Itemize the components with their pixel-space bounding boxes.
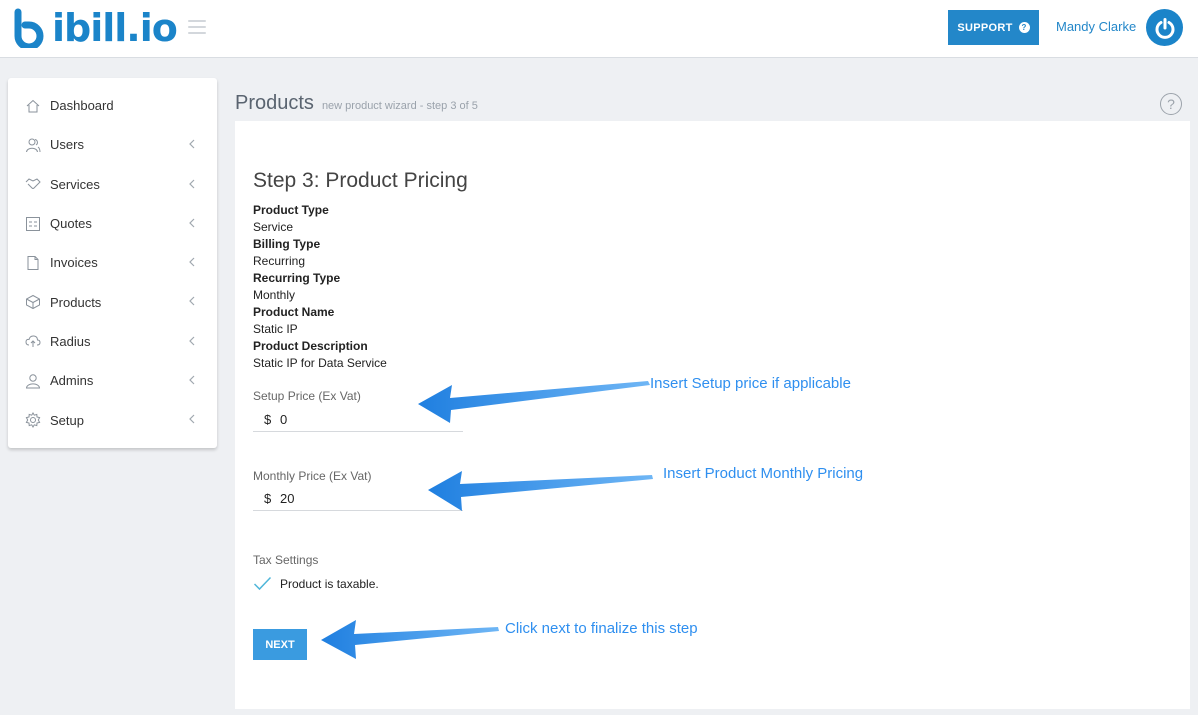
sidebar-item-label: Setup	[50, 412, 84, 428]
handshake-icon	[24, 176, 41, 193]
top-bar: ibill.io SUPPORT ? Mandy Clarke	[0, 0, 1198, 58]
setup-price-input[interactable]	[280, 412, 430, 427]
sidebar-item-invoices[interactable]: Invoices	[8, 243, 217, 282]
chevron-left-icon	[189, 414, 195, 424]
page-title-text: Products	[235, 92, 314, 114]
logo-text: ibill.io	[52, 6, 178, 50]
sidebar-item-quotes[interactable]: Quotes	[8, 204, 217, 243]
menu-toggle-icon[interactable]	[188, 20, 206, 34]
monthly-price-input[interactable]	[280, 491, 430, 506]
calculator-icon	[24, 215, 41, 232]
page-subtitle: new product wizard - step 3 of 5	[321, 100, 478, 112]
currency-symbol: $	[264, 491, 272, 506]
cloud-upload-icon	[24, 333, 41, 350]
chevron-left-icon	[189, 218, 195, 228]
wizard-card: Step 3: Product Pricing Product Type Ser…	[235, 121, 1190, 709]
chevron-left-icon	[189, 297, 195, 306]
page-title: Products new product wizard - step 3 of …	[235, 92, 478, 115]
users-icon	[24, 136, 41, 153]
summary-label: Product Description	[253, 339, 368, 353]
sidebar-item-users[interactable]: Users	[8, 125, 217, 164]
taxable-checkbox[interactable]: Product is taxable.	[253, 576, 379, 591]
logo-icon	[14, 8, 44, 48]
chevron-left-icon	[189, 179, 195, 189]
sidebar-item-label: Services	[50, 176, 100, 192]
summary-label: Billing Type	[253, 237, 321, 251]
tax-settings-label: Tax Settings	[253, 553, 319, 567]
monthly-price-label: Monthly Price (Ex Vat)	[253, 469, 372, 483]
sidebar-item-label: Products	[50, 294, 102, 310]
summary-label: Recurring Type	[253, 271, 341, 285]
question-circle-icon: ?	[1018, 22, 1030, 33]
summary-value: Recurring	[253, 254, 306, 268]
setup-price-field: $	[253, 408, 463, 432]
next-button[interactable]: NEXT	[253, 629, 307, 660]
sidebar-item-label: Radius	[50, 333, 91, 349]
sidebar-item-label: Quotes	[50, 216, 92, 232]
annotation-next: Click next to finalize this step	[505, 620, 698, 637]
chevron-left-icon	[189, 336, 195, 346]
product-summary: Product Type Service Billing Type Recurr…	[253, 202, 387, 372]
sidebar-item-radius[interactable]: Radius	[8, 322, 217, 361]
sidebar-item-services[interactable]: Services	[8, 165, 217, 204]
sidebar-item-setup[interactable]: Setup	[8, 400, 217, 439]
taxable-label: Product is taxable.	[280, 576, 379, 591]
user-name[interactable]: Mandy Clarke	[1056, 19, 1136, 34]
sidebar-item-products[interactable]: Products	[8, 282, 217, 321]
logo[interactable]: ibill.io	[12, 6, 178, 50]
chevron-left-icon	[189, 257, 195, 267]
summary-label: Product Type	[253, 203, 329, 217]
sidebar-item-admins[interactable]: Admins	[8, 361, 217, 400]
sidebar: Dashboard Users Services Quotes Invoices…	[8, 78, 217, 448]
sidebar-item-label: Users	[50, 137, 84, 153]
step-title: Step 3: Product Pricing	[253, 169, 468, 192]
sidebar-item-label: Invoices	[50, 255, 98, 271]
power-icon	[1155, 17, 1174, 39]
summary-value: Monthly	[253, 288, 296, 302]
summary-value: Static IP	[253, 322, 298, 336]
chevron-left-icon	[189, 375, 195, 385]
box-icon	[24, 294, 41, 311]
checkmark-icon	[253, 576, 272, 591]
support-button[interactable]: SUPPORT ?	[948, 10, 1039, 45]
monthly-price-field: $	[253, 487, 463, 511]
sidebar-item-dashboard[interactable]: Dashboard	[8, 86, 217, 125]
avatar[interactable]	[1146, 9, 1183, 46]
setup-price-label: Setup Price (Ex Vat)	[253, 389, 361, 403]
help-icon[interactable]: ?	[1160, 93, 1182, 115]
support-label: SUPPORT	[957, 21, 1013, 34]
currency-symbol: $	[264, 412, 272, 427]
annotation-monthly: Insert Product Monthly Pricing	[663, 465, 864, 482]
summary-value: Service	[253, 220, 294, 234]
annotation-setup: Insert Setup price if applicable	[650, 375, 851, 392]
sidebar-item-label: Dashboard	[50, 98, 114, 114]
chevron-left-icon	[189, 139, 195, 149]
sidebar-item-label: Admins	[50, 373, 94, 389]
document-icon	[24, 254, 41, 271]
home-icon	[24, 97, 41, 114]
gear-icon	[24, 412, 41, 429]
summary-label: Product Name	[253, 305, 335, 319]
user-icon	[24, 372, 41, 389]
summary-value: Static IP for Data Service	[253, 356, 387, 370]
